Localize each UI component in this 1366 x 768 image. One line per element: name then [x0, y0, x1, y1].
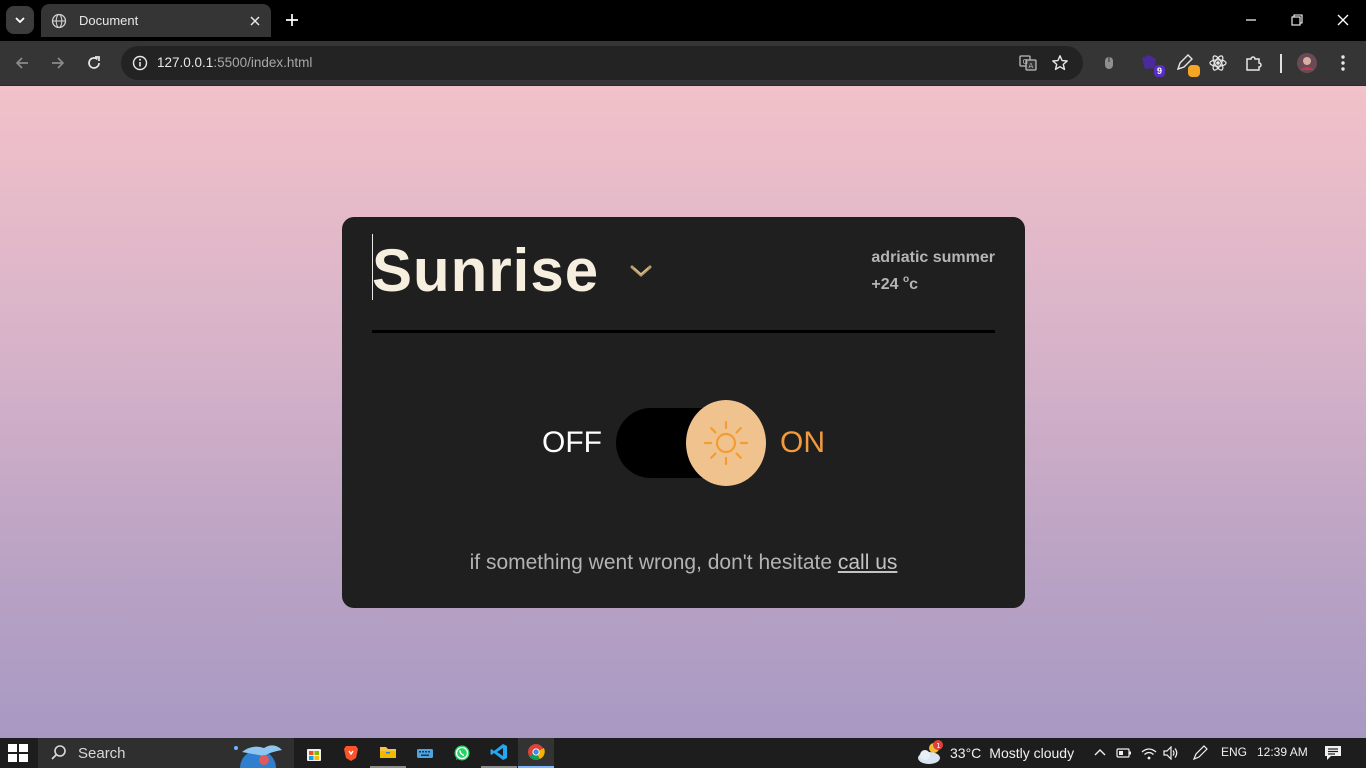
back-button[interactable]: [9, 50, 35, 76]
location-name: adriatic summer: [871, 249, 995, 266]
extension-badge: 9: [1153, 65, 1165, 77]
wifi-icon[interactable]: [1140, 744, 1158, 762]
weather-temperature: 33°C: [950, 745, 982, 761]
taskbar-chrome[interactable]: [518, 738, 554, 768]
browser-toolbar: 127.0.0.1:5500/index.html GA 9: [0, 41, 1366, 86]
chevron-up-icon[interactable]: [1091, 744, 1109, 762]
page-viewport: Sunrise adriatic summer +24 oc OFF ON if…: [0, 86, 1366, 738]
plus-icon: [286, 14, 298, 26]
temperature-value: +24: [871, 276, 903, 293]
search-icon: [51, 745, 66, 760]
sun-icon: [703, 420, 749, 466]
restore-icon: [1291, 14, 1303, 26]
tab-strip: Document: [0, 0, 1366, 41]
scene-title: Sunrise: [372, 236, 600, 304]
keyboard-icon: [417, 749, 433, 758]
light-toggle: OFF ON: [342, 399, 1025, 489]
search-placeholder: Search: [78, 744, 126, 762]
folder-icon: [380, 747, 396, 758]
globe-icon: [51, 13, 67, 29]
brave-icon: [344, 746, 358, 761]
weather-alert-count: 1: [936, 742, 940, 750]
close-tab-icon[interactable]: [245, 11, 265, 31]
forward-button[interactable]: [45, 50, 71, 76]
temperature: +24 oc: [871, 269, 995, 296]
battery-icon[interactable]: [1115, 744, 1133, 762]
pen-icon[interactable]: [1191, 744, 1209, 762]
reload-icon: [88, 56, 100, 69]
svg-text:A: A: [1029, 62, 1034, 70]
svg-text:G: G: [1023, 58, 1028, 66]
address-bar[interactable]: 127.0.0.1:5500/index.html GA: [121, 46, 1083, 80]
store-icon: [307, 749, 321, 761]
extension-purple-icon[interactable]: 9: [1138, 52, 1165, 77]
call-us-link[interactable]: call us: [838, 551, 898, 574]
url-text: 127.0.0.1:5500/index.html: [157, 55, 312, 70]
notifications-icon[interactable]: [1324, 744, 1342, 762]
tab-search-button[interactable]: [6, 6, 34, 34]
input-language[interactable]: ENG: [1221, 745, 1247, 759]
taskbar-keyboard[interactable]: [407, 738, 443, 768]
divider: [372, 330, 995, 333]
vscode-icon: [490, 744, 507, 760]
sunrise-card: Sunrise adriatic summer +24 oc OFF ON if…: [342, 217, 1025, 608]
off-label[interactable]: OFF: [542, 426, 602, 460]
react-devtools-icon[interactable]: [1207, 52, 1229, 74]
close-window-button[interactable]: [1328, 6, 1358, 34]
weather-condition: Mostly cloudy: [989, 745, 1075, 761]
location-weather: adriatic summer +24 oc: [871, 247, 995, 296]
taskbar-brave[interactable]: [333, 738, 369, 768]
help-message: if something went wrong, don't hesitate …: [342, 551, 1025, 575]
active-tab[interactable]: Document: [41, 4, 271, 37]
whatsapp-icon: [454, 745, 470, 761]
volume-icon[interactable]: [1162, 744, 1180, 762]
taskbar-search[interactable]: Search: [38, 738, 294, 768]
taskbar-weather[interactable]: 1 33°C Mostly cloudy: [916, 738, 1074, 768]
url-host: 127.0.0.1: [157, 55, 214, 70]
temperature-unit: c: [909, 276, 918, 293]
minimize-icon: [1246, 19, 1256, 21]
taskbar-store[interactable]: [296, 738, 332, 768]
restore-button[interactable]: [1282, 6, 1312, 34]
minimize-button[interactable]: [1236, 6, 1266, 34]
toggle-knob[interactable]: [686, 400, 766, 486]
arrow-left-icon: [15, 57, 28, 69]
extension-pen-icon[interactable]: [1173, 52, 1200, 77]
search-highlight-art: [230, 738, 294, 768]
close-icon: [1337, 14, 1349, 26]
arrow-right-icon: [52, 57, 65, 69]
windows-taskbar: Search 1 33°C Mostly cloudy ENG 12:39 AM: [0, 738, 1366, 768]
chrome-icon: [528, 744, 545, 760]
translate-icon[interactable]: GA: [1017, 52, 1039, 74]
toolbar-separator: [1280, 54, 1282, 73]
bookmark-star-icon[interactable]: [1049, 52, 1071, 74]
new-tab-button[interactable]: [280, 8, 304, 32]
clock[interactable]: 12:39 AM: [1257, 745, 1308, 759]
reload-button[interactable]: [81, 50, 107, 76]
taskbar-file-explorer[interactable]: [370, 738, 406, 768]
browser-menu-icon[interactable]: [1332, 52, 1354, 74]
chevron-down-icon[interactable]: [629, 260, 653, 284]
chevron-down-icon: [15, 17, 25, 24]
tab-title: Document: [79, 13, 139, 28]
scene-select[interactable]: Sunrise: [372, 235, 653, 305]
site-info-icon[interactable]: [129, 52, 151, 74]
extensions-puzzle-icon[interactable]: [1243, 52, 1265, 74]
help-text: if something went wrong, don't hesitate: [469, 551, 838, 574]
on-label[interactable]: ON: [780, 426, 825, 460]
extension-mouse-icon[interactable]: [1098, 52, 1120, 74]
profile-avatar[interactable]: [1296, 52, 1318, 74]
taskbar-vscode[interactable]: [481, 738, 517, 768]
windows-start-icon[interactable]: [8, 744, 28, 762]
extension-status-dot: [1188, 65, 1200, 77]
taskbar-whatsapp[interactable]: [444, 738, 480, 768]
url-path: :5500/index.html: [213, 55, 313, 70]
cloudy-weather-icon: 1: [918, 740, 943, 764]
